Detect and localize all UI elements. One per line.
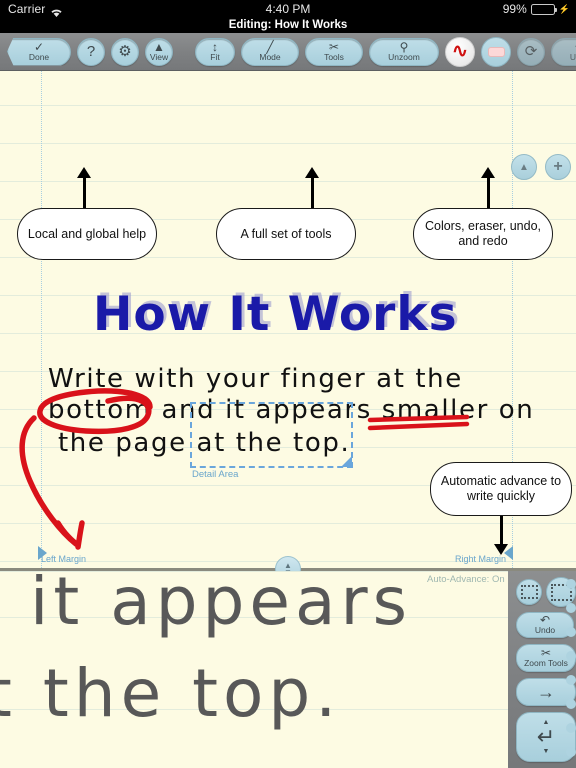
scroll-dot[interactable] (566, 723, 576, 733)
redo-button: ⟳ (517, 37, 545, 66)
settings-button[interactable]: ⚙ (111, 37, 139, 66)
view-button[interactable]: ▲ View (145, 37, 173, 66)
scroll-dot[interactable] (566, 675, 576, 685)
left-margin-guide (41, 71, 42, 568)
scroll-dot[interactable] (566, 603, 576, 613)
callout-tools: A full set of tools (216, 208, 356, 260)
lightning-bolt-icon: ⚡ (558, 4, 570, 14)
done-button[interactable]: ✓ Done (7, 37, 71, 66)
tools-icon: ✂ (328, 39, 340, 54)
left-margin-label: Left Margin (41, 554, 87, 564)
unzoom-button-label: Unzoom (388, 51, 420, 62)
tools-icon: ✂ (540, 646, 552, 660)
zoom-handwriting-line-2: t the top. (0, 655, 342, 732)
fit-button-label: Fit (210, 51, 220, 62)
rule-line (0, 105, 576, 106)
detail-area-selection[interactable] (190, 402, 353, 468)
fit-button[interactable]: ↕ Fit (195, 37, 235, 66)
pen-icon: ╱ (266, 39, 274, 54)
battery-percent-label: 99% (502, 2, 527, 16)
callout-help-arrow-head (77, 167, 91, 178)
callout-auto-advance-arrow-head (494, 544, 508, 555)
unzoom-button[interactable]: ⚲ Unzoom (369, 37, 439, 66)
done-button-label: Done (28, 51, 50, 62)
app-root: Carrier 4:40 PM 99% ⚡ Editing: How It Wo… (0, 0, 576, 768)
rule-line (0, 523, 576, 524)
tools-button[interactable]: ✂ Tools (305, 37, 363, 66)
callout-colors: Colors, eraser, undo, and redo (413, 208, 553, 260)
ios-status-bar: Carrier 4:40 PM 99% ⚡ (0, 0, 576, 19)
eraser-icon (487, 46, 505, 57)
callout-help: Local and global help (17, 208, 157, 260)
redo-arrow-icon: ⟳ (524, 43, 538, 60)
tools-button-label: Tools (324, 51, 344, 62)
triangle-up-icon: ▲ (519, 161, 529, 173)
mode-button[interactable]: ╱ Mode (241, 37, 299, 66)
toolbar-left-group: ✓ Done? ⚙ ▲ View (0, 33, 180, 71)
zoom-tools-label: Zoom Tools (524, 658, 568, 668)
add-page-button[interactable]: + (545, 154, 571, 180)
undo-arrow-icon: ↶ (539, 613, 551, 627)
auto-advance-status: Auto-Advance: On (427, 574, 505, 585)
eraser-button[interactable] (481, 36, 511, 67)
callout-help-text: Local and global help (27, 226, 147, 241)
question-mark-icon: ? (86, 43, 96, 60)
zoom-writing-panel[interactable]: it appears t the top. Auto-Advance: On (0, 571, 576, 768)
detail-area-resize-handle[interactable] (341, 456, 352, 467)
window-title: Editing: How It Works (0, 19, 576, 33)
scroll-dot[interactable] (566, 651, 576, 661)
return-arrow-icon: ↵ (536, 724, 556, 749)
rule-line (0, 143, 576, 144)
right-arrow-icon: → (537, 682, 555, 702)
view-button-label: View (149, 51, 169, 62)
zoom-undo-label: Undo (534, 625, 556, 635)
gear-icon: ⚙ (118, 43, 132, 60)
detail-area-label: Detail Area (192, 469, 239, 480)
dotted-square-small-icon (520, 585, 538, 599)
help-button[interactable]: ? (77, 37, 105, 66)
callout-tools-text: A full set of tools (240, 226, 332, 241)
right-margin-label: Right Margin (455, 554, 507, 564)
zoom-panel-scrollbar[interactable] (566, 571, 576, 768)
callout-tools-arrow-head (305, 167, 319, 178)
zoom-handwriting-line-1: it appears (30, 571, 412, 640)
undo-button: ↶Undo (551, 37, 576, 66)
up-down-arrows-icon: ↕ (212, 39, 218, 54)
toolbar-right-group: ↕Fit╱Mode✂Tools⚲Unzoom∿⟳↶Undo (188, 33, 576, 71)
status-bar-right: 99% ⚡ (503, 0, 570, 19)
document-page[interactable]: Left Margin Right Margin ▲ + Local and g… (0, 71, 576, 568)
selection-small-button[interactable] (516, 579, 542, 605)
callout-colors-text: Colors, eraser, undo, and redo (424, 219, 542, 248)
mode-button-label: Mode (259, 51, 281, 62)
red-squiggle-icon: ∿ (452, 41, 468, 62)
callout-auto-advance-text: Automatic advance to write quickly (440, 474, 562, 503)
main-toolbar: ✓Done?⚙▲View ↕Fit╱Mode✂Tools⚲Unzoom∿⟳↶Un… (0, 33, 576, 71)
scroll-dot[interactable] (566, 579, 576, 589)
page-title: How It Works (93, 287, 458, 342)
plus-icon: + (553, 158, 563, 175)
callout-auto-advance: Automatic advance to write quickly (430, 462, 572, 516)
scroll-dot[interactable] (566, 747, 576, 757)
collapse-toolbar-button[interactable]: ▲ (511, 154, 537, 180)
battery-icon (530, 4, 557, 15)
scroll-dot[interactable] (566, 627, 576, 637)
scroll-down-icon: ▼ (542, 748, 550, 755)
clock-label: 4:40 PM (265, 2, 311, 16)
magnifier-minus-icon: ⚲ (399, 39, 409, 54)
undo-button-label: Undo (569, 51, 576, 62)
handwriting-line-1: Write with your finger at the (48, 364, 463, 394)
checkmark-icon: ✓ (33, 39, 45, 54)
scroll-dot[interactable] (566, 699, 576, 709)
eye-icon: ▲ (153, 39, 165, 54)
callout-colors-arrow-head (481, 167, 495, 178)
pen-color-button[interactable]: ∿ (445, 36, 475, 67)
